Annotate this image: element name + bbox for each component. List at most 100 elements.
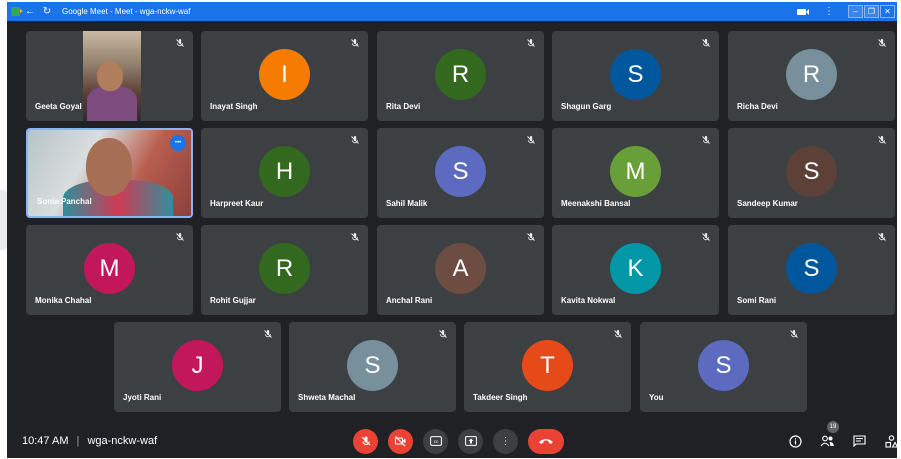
participant-tile[interactable]: Geeta Goyal xyxy=(26,31,193,121)
muted-mic-icon xyxy=(612,328,624,340)
participant-tile[interactable]: M Monika Chahal xyxy=(26,225,193,315)
bottom-toolbar: 10:47 AM | wga-nckw-waf cc ⋮ 19 xyxy=(7,421,898,458)
muted-mic-icon xyxy=(525,134,537,146)
participant-avatar: I xyxy=(259,49,310,100)
call-controls: cc ⋮ xyxy=(353,428,574,454)
participant-avatar: R xyxy=(786,49,837,100)
participant-name: You xyxy=(649,393,664,402)
participant-tile[interactable]: S Somi Rani xyxy=(728,225,895,315)
browser-titlebar: ← ↻ Google Meet - Meet - wga-nckw-waf ⋮ … xyxy=(7,2,897,21)
muted-mic-icon xyxy=(174,37,186,49)
camera-off-icon[interactable] xyxy=(388,428,413,454)
participant-tile[interactable]: T Takdeer Singh xyxy=(464,322,631,412)
people-icon[interactable]: 19 xyxy=(814,421,840,451)
muted-mic-icon xyxy=(700,37,712,49)
muted-mic-icon xyxy=(262,328,274,340)
maximize-button[interactable]: ❐ xyxy=(864,4,879,18)
muted-mic-icon xyxy=(525,231,537,243)
back-arrow-icon[interactable]: ← xyxy=(23,5,37,19)
participant-name: Shweta Machal xyxy=(298,393,356,402)
participant-tile[interactable]: M Meenakshi Bansal xyxy=(552,128,719,218)
side-controls: 19 xyxy=(782,421,901,451)
captions-icon[interactable]: cc xyxy=(423,428,448,454)
chat-icon[interactable] xyxy=(846,431,872,451)
close-button[interactable]: ✕ xyxy=(880,4,895,18)
participant-avatar: S xyxy=(435,146,486,197)
participant-name: Jyoti Rani xyxy=(123,393,162,402)
muted-mic-icon xyxy=(525,37,537,49)
muted-mic-icon xyxy=(700,231,712,243)
participant-name: Sonia Panchal xyxy=(37,197,92,206)
participant-name: Shagun Garg xyxy=(561,102,612,111)
participant-name: Sahil Malik xyxy=(386,199,428,208)
participant-tile[interactable]: S Shagun Garg xyxy=(552,31,719,121)
muted-mic-icon xyxy=(437,328,449,340)
participant-name: Monika Chahal xyxy=(35,296,92,305)
participant-avatar: S xyxy=(347,340,398,391)
participant-tile[interactable]: A Anchal Rani xyxy=(377,225,544,315)
mic-off-icon[interactable] xyxy=(353,428,378,454)
muted-mic-icon xyxy=(349,231,361,243)
participant-avatar: J xyxy=(172,340,223,391)
participant-avatar: R xyxy=(259,243,310,294)
tile-options-icon[interactable]: ••• xyxy=(170,135,186,151)
participant-avatar: M xyxy=(84,243,135,294)
participant-tile[interactable]: S Shweta Machal xyxy=(289,322,456,412)
participant-tile[interactable]: S You xyxy=(640,322,807,412)
participant-tile[interactable]: R Rohit Gujjar xyxy=(201,225,368,315)
info-icon[interactable] xyxy=(782,431,808,451)
present-icon[interactable] xyxy=(458,428,483,454)
participant-name: Richa Devi xyxy=(737,102,778,111)
reload-icon[interactable]: ↻ xyxy=(40,5,54,19)
participant-tile[interactable]: I Inayat Singh xyxy=(201,31,368,121)
participant-name: Inayat Singh xyxy=(210,102,258,111)
muted-mic-icon xyxy=(349,134,361,146)
participant-tile[interactable]: S Sahil Malik xyxy=(377,128,544,218)
participant-name: Rohit Gujjar xyxy=(210,296,256,305)
participant-name: Rita Devi xyxy=(386,102,421,111)
participant-avatar: M xyxy=(610,146,661,197)
participant-tile[interactable]: R Richa Devi xyxy=(728,31,895,121)
clock-time: 10:47 AM xyxy=(22,435,69,447)
window-buttons: – ❐ ✕ xyxy=(847,4,895,19)
participant-tile[interactable]: S Sandeep Kumar xyxy=(728,128,895,218)
participant-avatar: S xyxy=(610,49,661,100)
details-separator: | xyxy=(76,435,80,447)
participant-video xyxy=(83,31,141,121)
participant-name: Geeta Goyal xyxy=(35,102,82,111)
participant-tile[interactable]: K Kavita Nokwal xyxy=(552,225,719,315)
muted-mic-icon xyxy=(174,231,186,243)
participant-tile[interactable]: R Rita Devi xyxy=(377,31,544,121)
camera-indicator-icon[interactable] xyxy=(797,8,809,15)
participant-name: Meenakshi Bansal xyxy=(561,199,631,208)
end-call-icon[interactable] xyxy=(528,428,564,454)
screen: ← ↻ Google Meet - Meet - wga-nckw-waf ⋮ … xyxy=(0,0,901,459)
svg-text:cc: cc xyxy=(433,440,438,445)
meet-app-icon xyxy=(11,7,23,16)
side-panel-handle[interactable] xyxy=(0,190,7,250)
muted-mic-icon xyxy=(700,134,712,146)
participant-avatar: H xyxy=(259,146,310,197)
participant-avatar: R xyxy=(435,49,486,100)
participant-avatar: T xyxy=(522,340,573,391)
muted-mic-icon xyxy=(788,328,800,340)
participant-name: Kavita Nokwal xyxy=(561,296,616,305)
muted-mic-icon xyxy=(876,134,888,146)
meeting-details: 10:47 AM | wga-nckw-waf xyxy=(22,435,157,447)
participant-tile[interactable]: J Jyoti Rani xyxy=(114,322,281,412)
participant-avatar: S xyxy=(786,243,837,294)
activities-icon[interactable] xyxy=(878,431,901,451)
participant-tile[interactable]: ••• Sonia Panchal xyxy=(26,128,193,218)
participant-name: Somi Rani xyxy=(737,296,777,305)
participant-name: Sandeep Kumar xyxy=(737,199,798,208)
minimize-button[interactable]: – xyxy=(848,4,863,18)
more-vert-icon[interactable]: ⋮ xyxy=(493,428,518,454)
participant-avatar: A xyxy=(435,243,486,294)
participant-name: Takdeer Singh xyxy=(473,393,528,402)
muted-mic-icon xyxy=(876,37,888,49)
participant-tile[interactable]: H Harpreet Kaur xyxy=(201,128,368,218)
participant-avatar: K xyxy=(610,243,661,294)
browser-menu-icon[interactable]: ⋮ xyxy=(824,6,834,17)
participant-name: Anchal Rani xyxy=(386,296,433,305)
participant-avatar: S xyxy=(786,146,837,197)
